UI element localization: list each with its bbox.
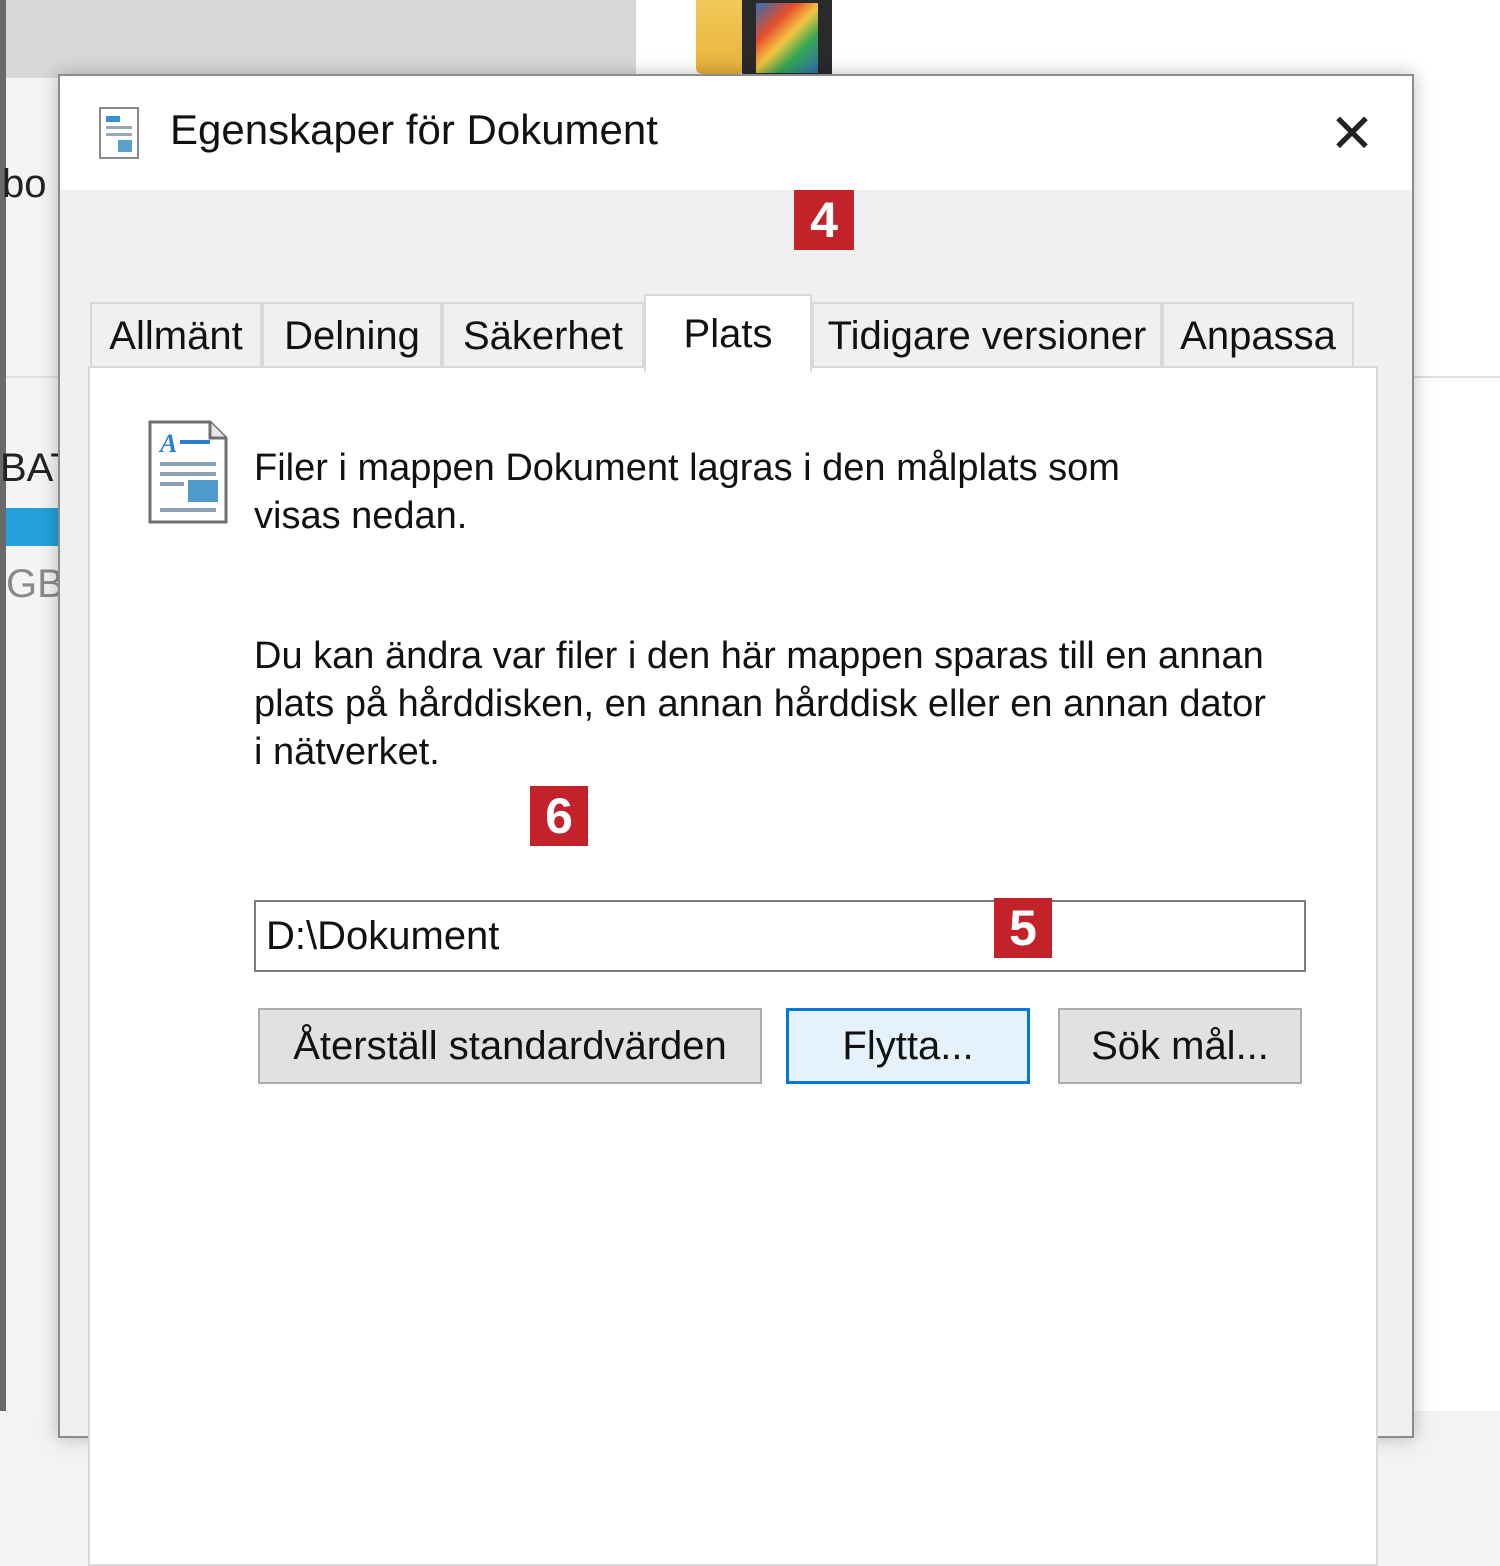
dialog-titlebar[interactable]: Egenskaper för Dokument ✕	[60, 76, 1412, 190]
close-button[interactable]: ✕	[1310, 96, 1394, 170]
find-target-button[interactable]: Sök mål...	[1058, 1008, 1302, 1084]
background-toolbar	[0, 0, 636, 78]
info-text-line2: visas nedan.	[254, 495, 468, 537]
background-divider	[6, 376, 60, 378]
background-text-fragment: bo	[2, 162, 47, 206]
step-badge-6: 6	[530, 786, 588, 846]
background-divider-right	[1412, 376, 1500, 378]
restore-defaults-button[interactable]: Återställ standardvärden	[258, 1008, 762, 1084]
description-line3: i nätverket.	[254, 731, 440, 773]
folder-icon[interactable]	[696, 0, 744, 74]
info-text-line1: Filer i mappen Dokument lagras i den mål…	[254, 447, 1120, 489]
tab-tidigare-versioner[interactable]: Tidigare versioner	[812, 302, 1162, 368]
step-badge-5: 5	[994, 898, 1052, 958]
tab-allmant[interactable]: Allmänt	[90, 302, 262, 368]
tab-plats[interactable]: Plats	[644, 294, 812, 372]
background-drive-size: GB	[6, 562, 64, 606]
move-button[interactable]: Flytta...	[786, 1008, 1030, 1084]
video-thumbnail-icon[interactable]	[742, 0, 832, 76]
tab-sakerhet[interactable]: Säkerhet	[442, 302, 644, 368]
background-drive-usage-bar	[6, 508, 60, 546]
location-path-value: D:\Dokument	[266, 913, 500, 958]
dialog-body: Allmänt Delning Säkerhet Plats Tidigare …	[60, 190, 1412, 1566]
tab-anpassa[interactable]: Anpassa	[1162, 302, 1354, 368]
description-line2: plats på hårddisken, en annan hårddisk e…	[254, 683, 1266, 725]
description-line1: Du kan ändra var filer i den här mappen …	[254, 635, 1264, 677]
dialog-title: Egenskaper för Dokument	[170, 106, 658, 153]
properties-dialog: Egenskaper för Dokument ✕ Allmänt Delnin…	[58, 74, 1414, 1566]
close-icon: ✕	[1329, 103, 1375, 164]
document-properties-icon	[99, 107, 139, 159]
location-path-field[interactable]: D:\Dokument	[254, 900, 1306, 972]
svg-text:A: A	[158, 429, 177, 458]
tab-delning[interactable]: Delning	[262, 302, 442, 368]
document-icon: A	[148, 420, 228, 524]
tab-panel-plats: A Filer i mappen Dokument lagras i den m…	[88, 366, 1378, 1566]
background-nav-pane	[6, 78, 60, 1411]
step-badge-4: 4	[794, 190, 854, 250]
